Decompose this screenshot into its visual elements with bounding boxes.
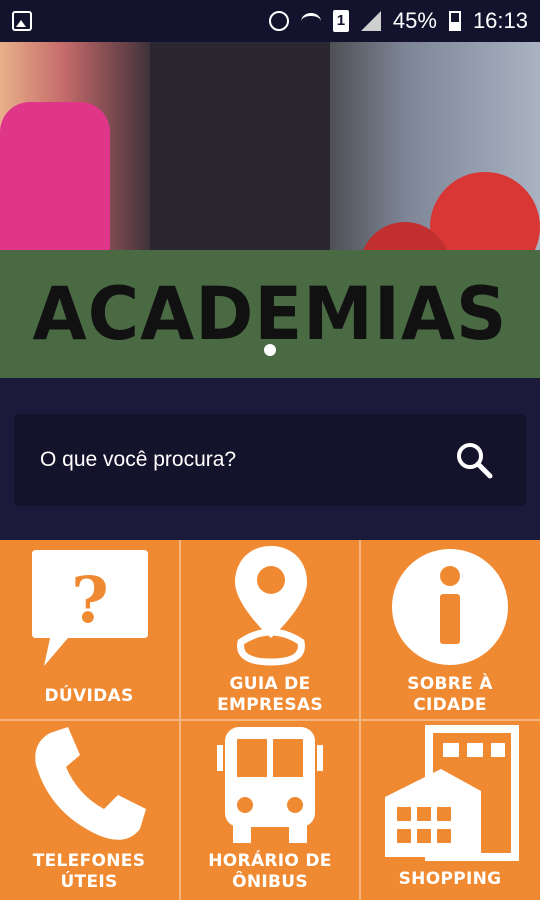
tile-label: SOBRE À CIDADE: [407, 674, 493, 715]
phone-icon: [35, 727, 146, 840]
tile-label: HORÁRIO DE ÔNIBUS: [208, 851, 332, 892]
wifi-icon: [300, 12, 321, 30]
question-bubble-icon: ?: [32, 550, 148, 666]
map-pin-icon: [235, 546, 307, 666]
tile-label: GUIA DE EMPRESAS: [217, 674, 323, 715]
hero-image: [0, 42, 540, 250]
bus-icon: [217, 727, 323, 843]
status-right: 1 45% 16:13: [268, 0, 528, 42]
battery-icon: [448, 11, 461, 31]
category-banner[interactable]: ACADEMIAS: [0, 250, 540, 378]
tile-label: DÚVIDAS: [44, 686, 134, 706]
menu-tile-telefones-uteis[interactable]: TELEFONES ÚTEIS: [0, 721, 178, 899]
menu-tile-shopping[interactable]: SHOPPING: [361, 721, 539, 899]
tile-label: TELEFONES ÚTEIS: [32, 851, 146, 892]
clock: 16:13: [472, 8, 528, 33]
svg-text:?: ?: [71, 563, 109, 638]
menu-tile-duvidas[interactable]: ? DÚVIDAS: [0, 540, 178, 718]
signal-icon: [360, 11, 381, 31]
search-bar[interactable]: O que você procura?: [14, 414, 526, 506]
search-icon[interactable]: [454, 440, 494, 480]
buildings-icon: [385, 725, 519, 861]
info-icon: [392, 549, 508, 665]
menu-tile-guia-de-empresas[interactable]: GUIA DE EMPRESAS: [181, 540, 359, 718]
menu-tile-horario-de-onibus[interactable]: HORÁRIO DE ÔNIBUS: [181, 721, 359, 899]
carousel-indicator[interactable]: [264, 344, 276, 356]
battery-percent: 45%: [392, 8, 437, 33]
menu-tile-sobre-a-cidade[interactable]: SOBRE À CIDADE: [361, 540, 539, 718]
search-section: O que você procura?: [0, 378, 540, 540]
alarm-icon: [268, 11, 289, 31]
sim-icon: 1: [332, 10, 349, 32]
status-bar: 1 45% 16:13: [0, 0, 540, 42]
search-input[interactable]: O que você procura?: [40, 448, 236, 472]
gallery-icon: [12, 11, 32, 31]
tile-label: SHOPPING: [398, 869, 502, 889]
